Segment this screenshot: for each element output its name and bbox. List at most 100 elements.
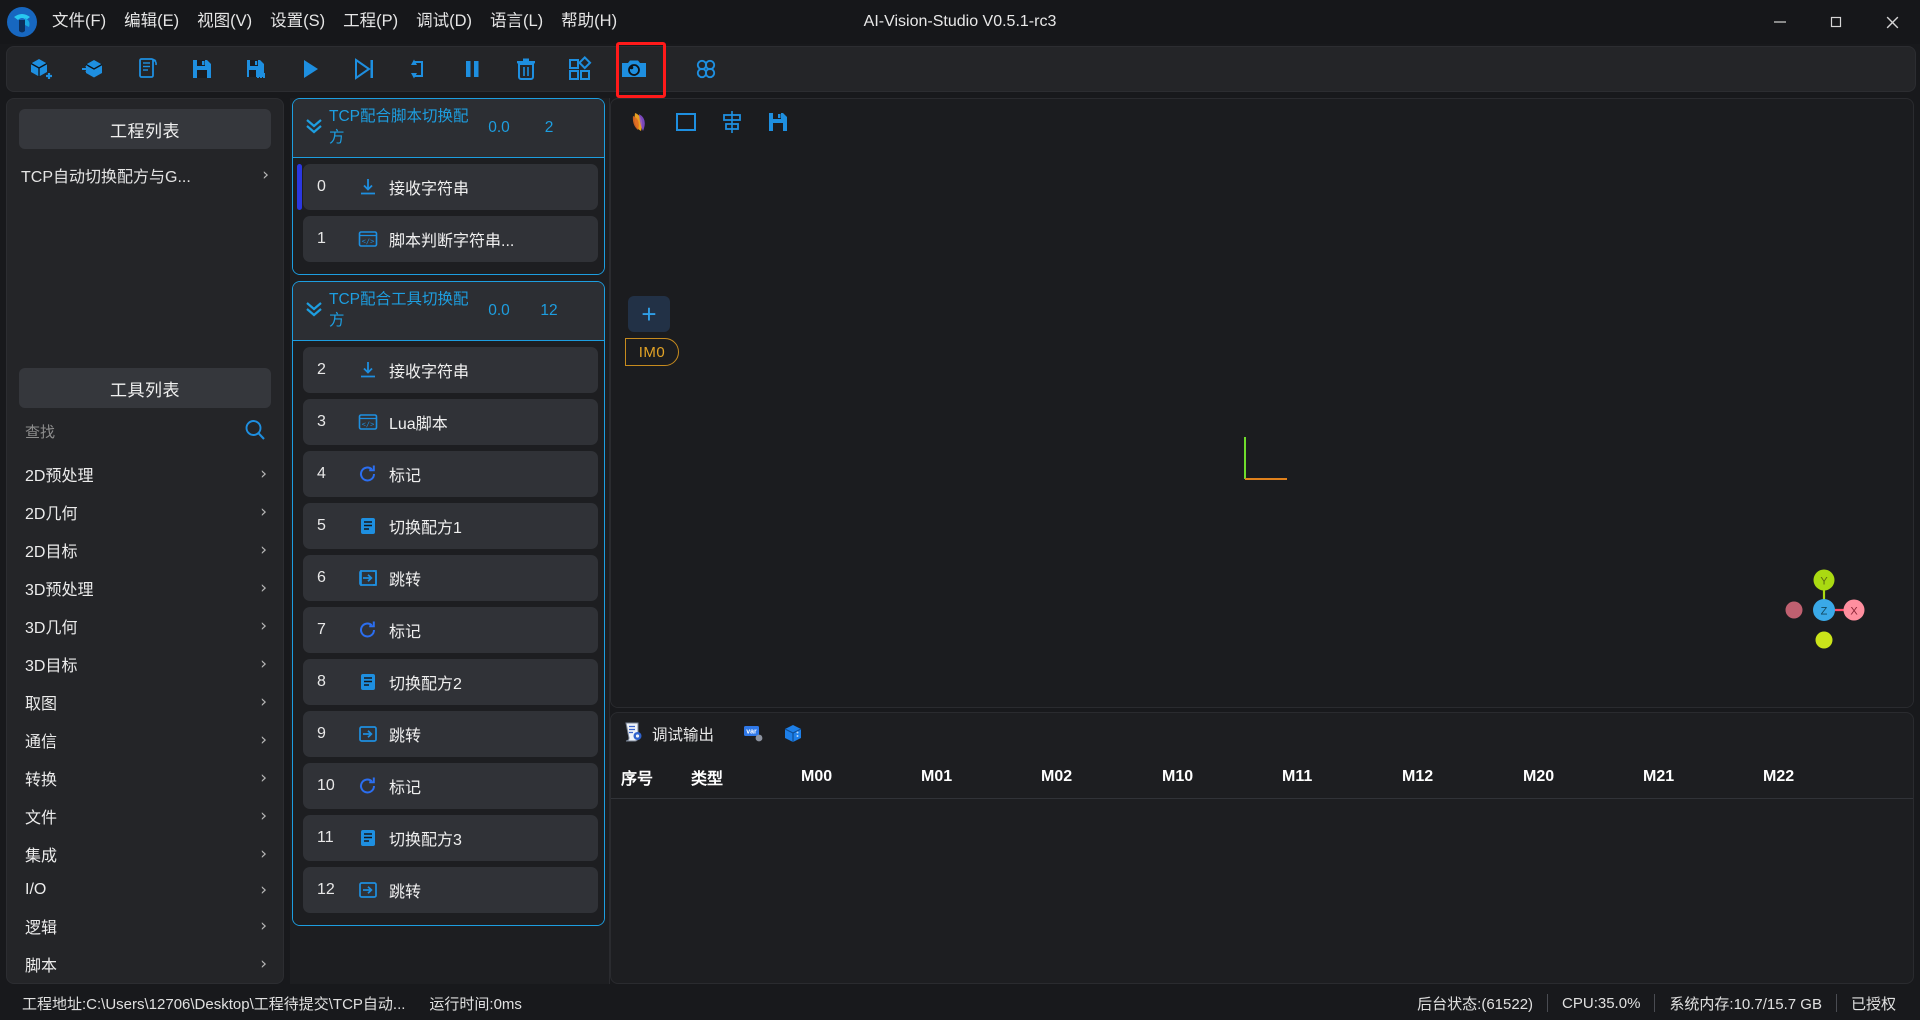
table-row[interactable]: 8 切换配方2 bbox=[303, 658, 598, 705]
status-memory: 系统内存:10.7/15.7 GB bbox=[1669, 995, 1822, 1013]
toolbar-step[interactable] bbox=[342, 50, 386, 88]
step-index: 7 bbox=[317, 620, 326, 638]
menu-file[interactable]: 文件(F) bbox=[43, 8, 115, 36]
flow-scroll[interactable]: TCP配合脚本切换配方 0.0 2 0 接收字符串 1 </> 脚本判断字符串.… bbox=[290, 98, 609, 984]
svg-text:</>: </> bbox=[362, 420, 375, 428]
viewer-save-image[interactable] bbox=[757, 103, 799, 141]
step-label: 切换配方3 bbox=[389, 831, 462, 849]
toolbar-delete[interactable] bbox=[504, 50, 548, 88]
menu-view[interactable]: 视图(V) bbox=[188, 8, 261, 36]
toolbar-copy-project[interactable] bbox=[126, 50, 170, 88]
viewer-render-mode[interactable] bbox=[619, 103, 661, 141]
tool-cat-convert[interactable]: 转换 › bbox=[7, 759, 283, 797]
tool-cat-integration[interactable]: 集成 › bbox=[7, 835, 283, 873]
toolbar-save-as[interactable] bbox=[234, 50, 278, 88]
tool-cat-label: 3D几何 bbox=[25, 620, 78, 637]
flow-group-header[interactable]: TCP配合工具切换配方 0.0 12 bbox=[293, 281, 604, 341]
flow-group-time: 0.0 bbox=[488, 301, 510, 319]
table-row[interactable]: 3 </> Lua脚本 bbox=[303, 398, 598, 445]
chevron-right-icon: › bbox=[260, 654, 267, 674]
mark-icon bbox=[353, 463, 383, 485]
navigation-gizmo[interactable]: Y X Z bbox=[1769, 555, 1879, 665]
table-row[interactable]: 1 </> 脚本判断字符串... bbox=[303, 215, 598, 262]
tool-cat-3d-geometry[interactable]: 3D几何 › bbox=[7, 607, 283, 645]
flow-group-header[interactable]: TCP配合脚本切换配方 0.0 2 bbox=[293, 99, 604, 158]
viewer-align-tool[interactable] bbox=[711, 103, 753, 141]
table-row[interactable]: 2 接收字符串 bbox=[303, 346, 598, 393]
table-row[interactable]: 7 标记 bbox=[303, 606, 598, 653]
menu-settings[interactable]: 设置(S) bbox=[261, 8, 334, 36]
svg-text:X: X bbox=[1850, 606, 1858, 618]
table-row[interactable]: 11 切换配方3 bbox=[303, 814, 598, 861]
table-row[interactable]: 9 跳转 bbox=[303, 710, 598, 757]
tool-cat-3d-preprocess[interactable]: 3D预处理 › bbox=[7, 569, 283, 607]
menu-language[interactable]: 语言(L) bbox=[481, 8, 552, 36]
viewer-canvas[interactable]: + IM0 Y X Z bbox=[611, 145, 1913, 707]
table-row[interactable]: 6 跳转 bbox=[303, 554, 598, 601]
tool-cat-communication[interactable]: 通信 › bbox=[7, 721, 283, 759]
minimize-button[interactable] bbox=[1752, 0, 1808, 44]
tool-cat-logic[interactable]: 逻辑 › bbox=[7, 907, 283, 945]
jump-icon bbox=[353, 723, 383, 745]
tool-cat-acquire[interactable]: 取图 › bbox=[7, 683, 283, 721]
toolbar-loop-run[interactable] bbox=[396, 50, 440, 88]
chevron-right-icon: › bbox=[260, 730, 267, 750]
tool-cat-label: 2D预处理 bbox=[25, 468, 94, 485]
tool-cat-script[interactable]: 脚本 › bbox=[7, 945, 283, 983]
table-row[interactable]: 10 标记 bbox=[303, 762, 598, 809]
flow-group-script-switch: TCP配合脚本切换配方 0.0 2 0 接收字符串 1 </> 脚本判断字符串.… bbox=[292, 98, 605, 275]
app-logo-icon bbox=[5, 5, 39, 39]
menu-edit[interactable]: 编辑(E) bbox=[115, 8, 188, 36]
table-row[interactable]: 12 跳转 bbox=[303, 866, 598, 913]
debug-output-icon bbox=[621, 720, 645, 749]
search-input[interactable] bbox=[25, 424, 205, 441]
chevron-right-icon: › bbox=[260, 954, 267, 974]
step-label: 标记 bbox=[389, 779, 422, 797]
close-button[interactable] bbox=[1864, 0, 1920, 44]
tool-cat-label: 3D预处理 bbox=[25, 582, 94, 599]
tool-search-row bbox=[7, 414, 283, 455]
tool-cat-2d-geometry[interactable]: 2D几何 › bbox=[7, 493, 283, 531]
step-index: 1 bbox=[317, 229, 326, 247]
toolbar-camera[interactable] bbox=[612, 50, 656, 88]
chevron-double-down-icon[interactable] bbox=[299, 114, 329, 142]
chevron-double-down-icon[interactable] bbox=[299, 297, 329, 325]
table-row[interactable]: 4 标记 bbox=[303, 450, 598, 497]
menu-project[interactable]: 工程(P) bbox=[334, 8, 407, 36]
toolbar-grid[interactable] bbox=[684, 50, 728, 88]
debug-table-body[interactable] bbox=[611, 799, 1913, 983]
status-backend: 后台状态:(61522) bbox=[1417, 995, 1534, 1013]
debug-variables-button[interactable]: var bbox=[736, 719, 770, 749]
column-header-m02: M02 bbox=[1041, 767, 1073, 785]
chevron-right-icon: › bbox=[260, 806, 267, 826]
toolbar-run[interactable] bbox=[288, 50, 332, 88]
tool-cat-label: 2D几何 bbox=[25, 506, 78, 523]
recipe-icon bbox=[353, 827, 383, 849]
toolbar-open-project[interactable] bbox=[72, 50, 116, 88]
tool-cat-2d-target[interactable]: 2D目标 › bbox=[7, 531, 283, 569]
tool-cat-3d-target[interactable]: 3D目标 › bbox=[7, 645, 283, 683]
menu-debug[interactable]: 调试(D) bbox=[407, 8, 481, 36]
table-row[interactable]: 0 接收字符串 bbox=[297, 163, 598, 210]
table-row[interactable]: 5 切换配方1 bbox=[303, 502, 598, 549]
project-item-tcp[interactable]: TCP自动切换配方与G... › bbox=[7, 155, 283, 195]
flow-group-body: 2 接收字符串 3 </> Lua脚本 4 标记 5 切换配方1 6 跳转 7 … bbox=[293, 340, 604, 925]
maximize-button[interactable] bbox=[1808, 0, 1864, 44]
toolbar-pause[interactable] bbox=[450, 50, 494, 88]
add-image-button[interactable]: + bbox=[628, 296, 670, 332]
viewer-rectangle-tool[interactable] bbox=[665, 103, 707, 141]
tool-cat-2d-preprocess[interactable]: 2D预处理 › bbox=[7, 455, 283, 493]
toolbar-modules[interactable] bbox=[558, 50, 602, 88]
search-icon[interactable] bbox=[243, 418, 267, 447]
debug-3d-button[interactable] bbox=[776, 719, 810, 749]
toolbar-save[interactable] bbox=[180, 50, 224, 88]
image-tag-im0[interactable]: IM0 bbox=[625, 338, 679, 366]
tool-cat-file[interactable]: 文件 › bbox=[7, 797, 283, 835]
status-right: 后台状态:(61522) CPU:35.0% 系统内存:10.7/15.7 GB… bbox=[1403, 993, 1910, 1014]
project-item-label: TCP自动切换配方与G... bbox=[21, 169, 191, 186]
menu-help[interactable]: 帮助(H) bbox=[552, 8, 626, 36]
flow-group-count: 12 bbox=[540, 301, 558, 319]
tool-cat-io[interactable]: I/O › bbox=[7, 873, 283, 907]
svg-text:</>: </> bbox=[362, 237, 375, 245]
toolbar-new-project[interactable] bbox=[18, 50, 62, 88]
